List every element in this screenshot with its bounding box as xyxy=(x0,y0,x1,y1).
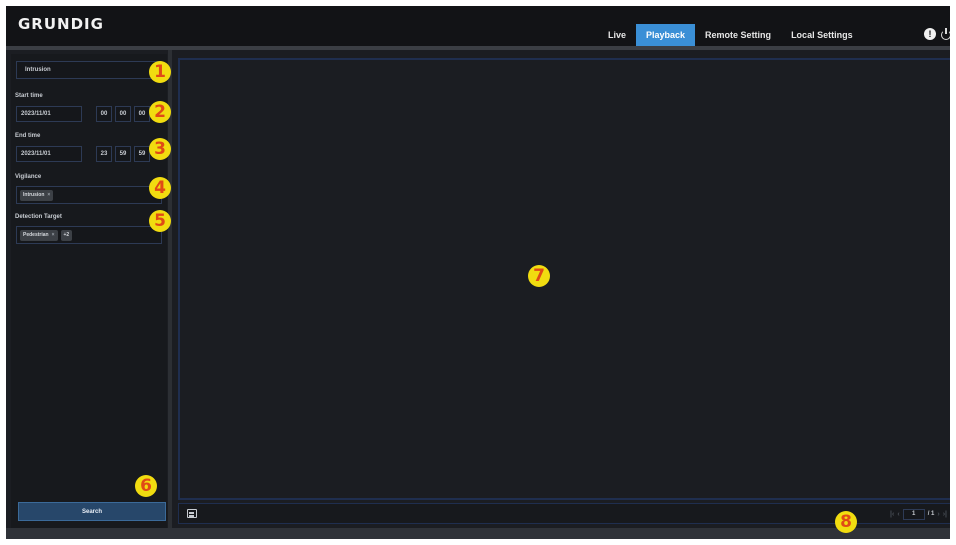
annotation-badge: 6 xyxy=(135,475,157,497)
detection-target-chip[interactable]: Pedestrian × xyxy=(20,229,58,241)
top-bar: GRUNDIG Live Playback Remote Setting Loc… xyxy=(6,6,950,46)
event-type-select[interactable]: Intrusion xyxy=(16,61,162,79)
power-icon[interactable] xyxy=(940,28,950,40)
chip-label: Pedestrian xyxy=(23,232,49,238)
start-time-row: 2023/11/01 00 00 00 xyxy=(16,106,162,122)
footer-bar xyxy=(6,528,950,539)
main-nav: Live Playback Remote Setting Local Setti… xyxy=(598,24,863,46)
app-window: GRUNDIG Live Playback Remote Setting Loc… xyxy=(6,6,950,539)
header-divider xyxy=(6,46,950,50)
chip-label: Intrusion xyxy=(23,192,45,198)
grundig-logo: GRUNDIG xyxy=(18,15,104,33)
first-page-icon[interactable]: |‹ xyxy=(890,511,894,518)
close-icon[interactable]: × xyxy=(52,232,55,238)
detection-target-select[interactable]: Pedestrian × +2 xyxy=(16,226,162,244)
start-hour-input[interactable]: 00 xyxy=(96,106,112,122)
annotation-badge: 5 xyxy=(149,210,171,232)
search-sidebar: Intrusion Start time 2023/11/01 00 00 00… xyxy=(11,54,167,534)
end-minute-input[interactable]: 59 xyxy=(115,146,131,162)
clip-list-icon[interactable] xyxy=(187,509,197,518)
start-minute-input[interactable]: 00 xyxy=(115,106,131,122)
start-second-input[interactable]: 00 xyxy=(134,106,150,122)
end-hour-input[interactable]: 23 xyxy=(96,146,112,162)
tab-live[interactable]: Live xyxy=(598,24,636,46)
vigilance-select[interactable]: Intrusion × xyxy=(16,186,162,204)
sidebar-divider xyxy=(168,50,172,539)
tab-local-settings[interactable]: Local Settings xyxy=(781,24,863,46)
annotation-badge: 4 xyxy=(149,177,171,199)
page-total: / 1 xyxy=(927,511,935,517)
header-icons: ! xyxy=(924,28,950,40)
detection-target-label: Detection Target xyxy=(15,214,62,220)
end-second-input[interactable]: 59 xyxy=(134,146,150,162)
tab-playback[interactable]: Playback xyxy=(636,24,696,46)
start-time-label: Start time xyxy=(15,93,43,99)
end-time-row: 2023/11/01 23 59 59 xyxy=(16,146,162,162)
tab-remote-setting[interactable]: Remote Setting xyxy=(695,24,781,46)
vigilance-label: Vigilance xyxy=(15,174,42,180)
info-icon[interactable]: ! xyxy=(924,28,936,40)
annotation-badge: 8 xyxy=(835,511,857,533)
annotation-badge: 7 xyxy=(528,265,550,287)
pagination: |‹ ‹ 1 / 1 › ›| xyxy=(890,508,947,520)
playback-video-area[interactable] xyxy=(178,58,950,500)
more-targets-chip[interactable]: +2 xyxy=(60,229,73,241)
close-icon[interactable]: × xyxy=(47,192,50,198)
last-page-icon[interactable]: ›| xyxy=(943,511,947,518)
annotation-badge: 2 xyxy=(149,101,171,123)
prev-page-icon[interactable]: ‹ xyxy=(897,511,899,518)
vigilance-chip[interactable]: Intrusion × xyxy=(20,189,54,201)
annotation-badge: 3 xyxy=(149,138,171,160)
annotation-badge: 1 xyxy=(149,61,171,83)
next-page-icon[interactable]: › xyxy=(937,511,939,518)
end-time-label: End time xyxy=(15,133,41,139)
search-button[interactable]: Search xyxy=(18,502,166,521)
start-date-input[interactable]: 2023/11/01 xyxy=(16,106,82,122)
end-date-input[interactable]: 2023/11/01 xyxy=(16,146,82,162)
page-number-input[interactable]: 1 xyxy=(902,508,925,520)
